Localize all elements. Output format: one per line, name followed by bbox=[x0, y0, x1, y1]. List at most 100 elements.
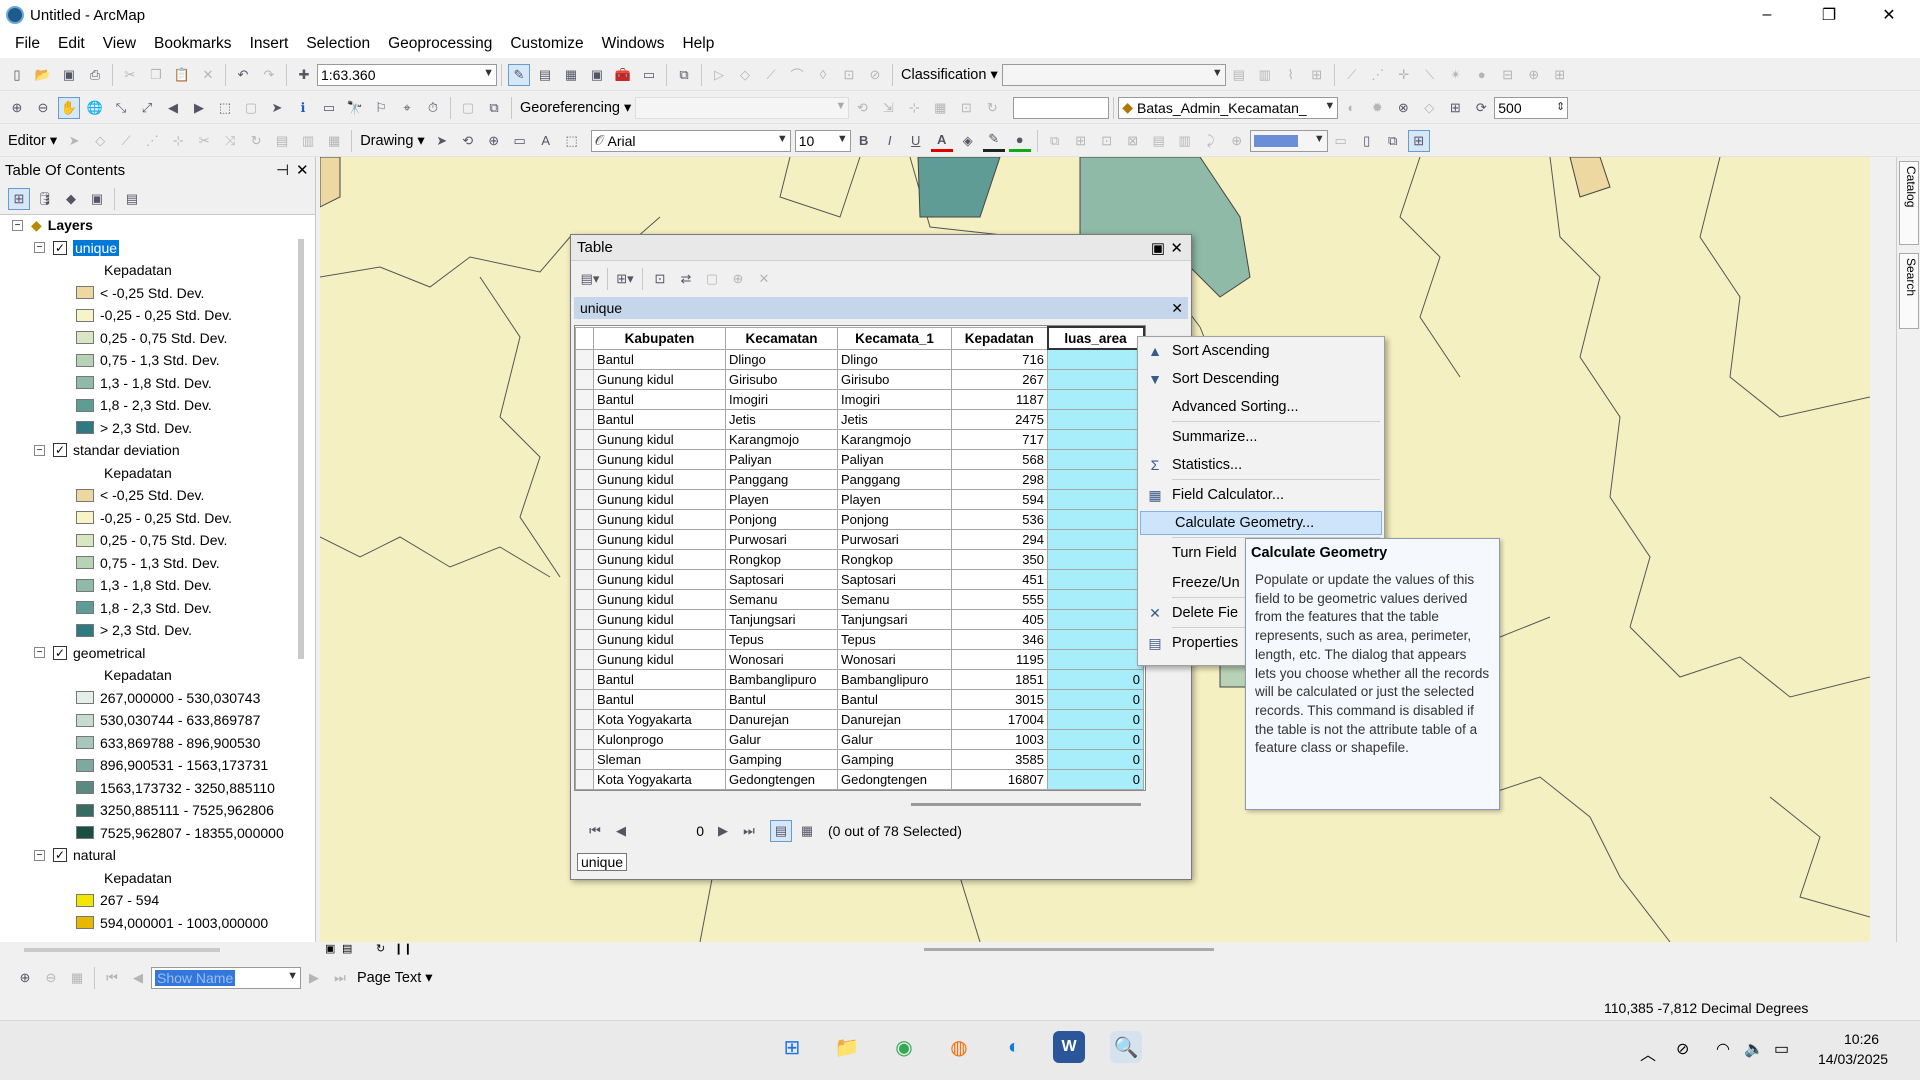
row-selector[interactable] bbox=[575, 388, 594, 410]
row-selector[interactable] bbox=[575, 348, 594, 370]
menu-item-advanced-sorting[interactable]: Advanced Sorting... bbox=[1138, 395, 1384, 419]
table-tab-unique[interactable]: unique bbox=[577, 853, 628, 871]
find-icon[interactable]: 🔭 bbox=[344, 97, 366, 119]
row-selector[interactable] bbox=[575, 648, 594, 670]
layer-item-unique[interactable]: − ✓ unique bbox=[34, 238, 120, 258]
table-cell[interactable]: 3015 bbox=[951, 688, 1048, 710]
table-cell[interactable]: Kota Yogyakarta bbox=[593, 768, 726, 790]
sketch-properties-icon[interactable]: ▥ bbox=[297, 130, 319, 152]
menu-geoprocessing[interactable]: Geoprocessing bbox=[379, 35, 501, 53]
table-cell[interactable]: Gunung kidul bbox=[593, 648, 726, 670]
table-cell[interactable]: 3585 bbox=[951, 748, 1048, 770]
clear-selection-icon[interactable]: ▢ bbox=[240, 97, 262, 119]
previous-record-icon[interactable]: ◀ bbox=[610, 820, 632, 842]
goto-xy-icon[interactable]: ⌖ bbox=[396, 97, 418, 119]
column-header-luas_area[interactable]: luas_area bbox=[1046, 326, 1145, 350]
menu-item-sort-descending[interactable]: ▼ Sort Descending bbox=[1138, 367, 1384, 391]
menu-edit[interactable]: Edit bbox=[49, 35, 94, 53]
toc-horizontal-scrollbar[interactable] bbox=[24, 948, 220, 952]
resolution-input[interactable]: 500 ⇕ bbox=[1494, 96, 1569, 119]
shift-icon[interactable]: ⇲ bbox=[877, 97, 899, 119]
identify-icon[interactable]: ℹ bbox=[292, 97, 314, 119]
undo-icon[interactable]: ↶ bbox=[232, 64, 254, 86]
catalog-tab[interactable]: Catalog bbox=[1899, 161, 1919, 245]
table-row[interactable]: Gunung kidul Paliyan Paliyan 568 bbox=[575, 448, 1144, 470]
row-selector[interactable] bbox=[575, 408, 594, 430]
table-cell[interactable]: 1195 bbox=[951, 648, 1048, 670]
list-by-selection-icon[interactable]: ▣ bbox=[86, 188, 108, 210]
table-cell[interactable]: Tepus bbox=[725, 628, 838, 650]
row-selector-header[interactable] bbox=[575, 326, 594, 350]
menu-item-statistics[interactable]: Σ Statistics... bbox=[1138, 453, 1384, 477]
map-horizontal-scrollbar[interactable] bbox=[924, 948, 1214, 951]
show-hidden-icons-icon[interactable]: ︿ bbox=[1640, 1041, 1656, 1065]
table-cell[interactable]: Gedongtengen bbox=[725, 768, 838, 790]
table-cell[interactable]: Bambanglipuro bbox=[837, 668, 952, 690]
create-viewer-icon[interactable]: ⧉ bbox=[483, 97, 505, 119]
layer-visibility-checkbox[interactable]: ✓ bbox=[53, 240, 67, 255]
table-cell[interactable] bbox=[1047, 388, 1144, 410]
table-cell[interactable]: Panggang bbox=[837, 468, 952, 490]
open-icon[interactable]: 📂 bbox=[32, 64, 54, 86]
cut-polygons-icon[interactable]: ✂ bbox=[193, 130, 215, 152]
select-by-attributes-icon[interactable]: ⊡ bbox=[649, 268, 671, 290]
table-cell[interactable]: Gunung kidul bbox=[593, 468, 726, 490]
edit-tool-icon[interactable]: ▷ bbox=[708, 64, 730, 86]
table-cell[interactable]: 0 bbox=[1047, 728, 1144, 750]
georef-update-icon[interactable]: ⊡ bbox=[955, 97, 977, 119]
row-selector[interactable] bbox=[575, 488, 594, 510]
swipe-icon[interactable]: ⊗ bbox=[1392, 97, 1414, 119]
measure-tool-icon[interactable]: ▢ bbox=[457, 97, 479, 119]
fixed-zoom-out-icon[interactable]: ⤢ bbox=[136, 97, 158, 119]
table-cell[interactable]: Gunung kidul bbox=[593, 428, 726, 450]
straight-line-icon[interactable]: ⟋ bbox=[115, 130, 137, 152]
menu-item-summarize[interactable]: Summarize... bbox=[1138, 425, 1384, 449]
table-cell[interactable]: 0 bbox=[1047, 768, 1144, 790]
paste-icon[interactable]: 📋 bbox=[171, 64, 193, 86]
table-cell[interactable]: Gunung kidul bbox=[593, 508, 726, 530]
table-cell[interactable]: Saptosari bbox=[725, 568, 838, 590]
link-table-icon[interactable]: ▦ bbox=[929, 97, 951, 119]
table-cell[interactable]: 594 bbox=[951, 488, 1048, 510]
order-icon[interactable]: ⊡ bbox=[1096, 130, 1118, 152]
table-cell[interactable]: Galur bbox=[837, 728, 952, 750]
page-text-menu[interactable]: Page Text ▾ bbox=[353, 970, 437, 986]
table-cell[interactable]: Bantul bbox=[593, 348, 726, 370]
battery-icon[interactable]: ▭ bbox=[1774, 1039, 1789, 1059]
show-all-records-icon[interactable]: ▤ bbox=[770, 820, 792, 842]
georeferencing-menu[interactable]: Georeferencing ▾ bbox=[516, 100, 635, 116]
menu-windows[interactable]: Windows bbox=[593, 35, 674, 53]
flicker-icon[interactable]: ◇ bbox=[1418, 97, 1440, 119]
collapse-icon[interactable]: − bbox=[12, 219, 23, 231]
table-cell[interactable]: 294 bbox=[951, 528, 1048, 550]
brightness-icon[interactable]: ✹ bbox=[1366, 97, 1388, 119]
table-cell[interactable] bbox=[1047, 348, 1144, 370]
layout-zoom-out-icon[interactable]: ⊖ bbox=[40, 967, 62, 989]
trace-icon[interactable]: ⟍ bbox=[1419, 64, 1441, 86]
line-color-icon[interactable]: ✎ bbox=[982, 130, 1005, 152]
snap-icon[interactable]: ✛ bbox=[1393, 64, 1415, 86]
collapse-icon[interactable]: − bbox=[34, 647, 45, 658]
layer-combo[interactable]: ◆ Batas_Admin_Kecamatan_ ▼ bbox=[1118, 96, 1339, 119]
list-by-drawing-order-icon[interactable]: ⊞ bbox=[8, 187, 30, 210]
split-icon[interactable]: ⊘ bbox=[864, 64, 886, 86]
pause-drawing-icon[interactable]: ❙❙ bbox=[394, 942, 412, 955]
table-row[interactable]: Sleman Gamping Gamping 3585 0 bbox=[575, 748, 1144, 770]
font-combo[interactable]: 𝒪 Arial ▼ bbox=[590, 129, 791, 152]
sketch-icon[interactable]: ⌒ bbox=[786, 64, 808, 86]
table-cell[interactable]: Rongkop bbox=[837, 548, 952, 570]
row-selector[interactable] bbox=[575, 728, 594, 750]
search-window-icon[interactable]: ▣ bbox=[586, 64, 608, 86]
table-maximize-icon[interactable]: ▣ bbox=[1151, 239, 1165, 257]
row-selector[interactable] bbox=[575, 608, 594, 630]
toggle-draft-icon[interactable]: ▯ bbox=[1356, 130, 1378, 152]
table-row[interactable]: Gunung kidul Wonosari Wonosari 1195 bbox=[575, 648, 1144, 670]
layers-root[interactable]: − ◆ Layers bbox=[12, 215, 93, 235]
menu-help[interactable]: Help bbox=[673, 35, 723, 53]
ungroup-icon[interactable]: ⊞ bbox=[1070, 130, 1092, 152]
table-cell[interactable]: Wonosari bbox=[725, 648, 838, 670]
column-header-kepadatan[interactable]: Kepadatan bbox=[951, 326, 1048, 350]
row-selector[interactable] bbox=[575, 548, 594, 570]
table-cell[interactable]: Ponjong bbox=[837, 508, 952, 530]
last-record-icon[interactable]: ⏭ bbox=[738, 820, 760, 842]
